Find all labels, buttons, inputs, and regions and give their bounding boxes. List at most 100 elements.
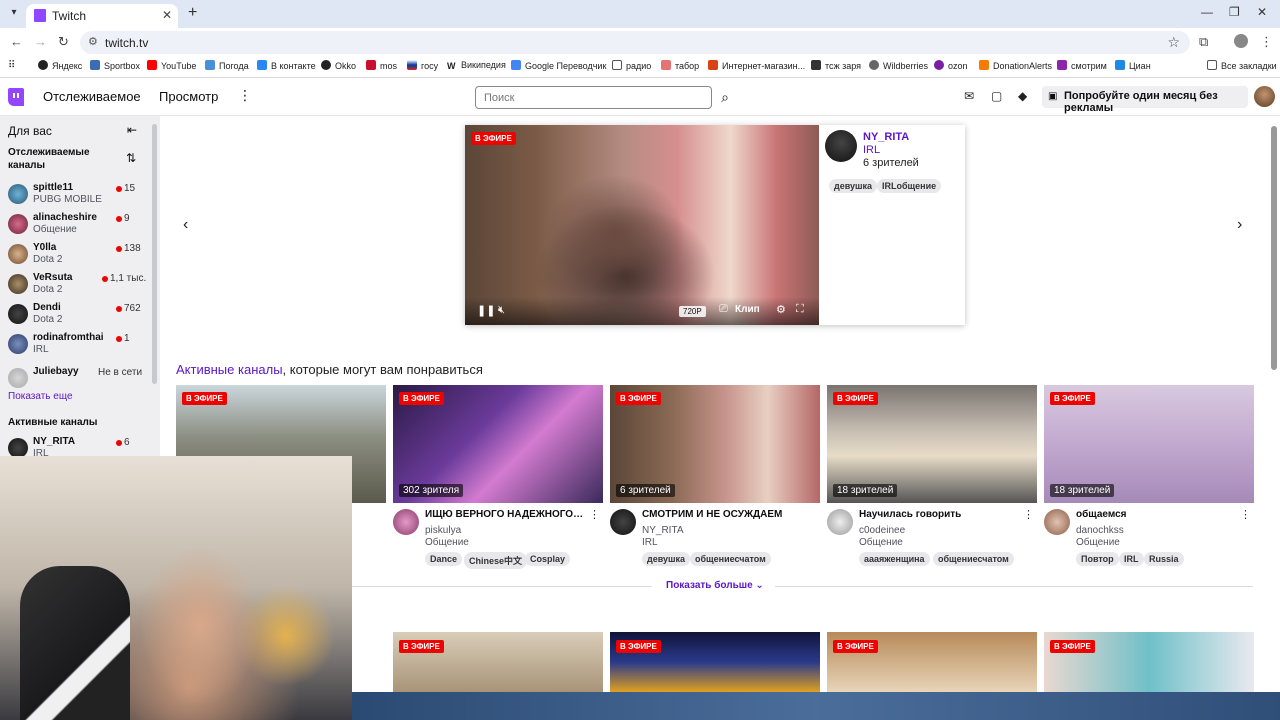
- stream-card[interactable]: В ЭФИРЕ: [393, 632, 603, 692]
- tag[interactable]: Повтор: [1076, 552, 1119, 566]
- minimize-icon[interactable]: —: [1201, 5, 1213, 19]
- bookmark-yandex[interactable]: Яндекс: [38, 60, 82, 71]
- bits-icon[interactable]: ◆: [1018, 89, 1027, 103]
- more-menu-icon[interactable]: ⋮: [238, 87, 252, 104]
- card-menu-icon[interactable]: ⋮: [1240, 508, 1251, 521]
- apps-icon[interactable]: ⠿: [8, 60, 15, 71]
- bookmark-gosu[interactable]: госу: [407, 60, 438, 71]
- stream-category[interactable]: Общение: [1076, 537, 1120, 548]
- user-avatar[interactable]: [1254, 86, 1275, 107]
- bookmark-shop[interactable]: Интернет-магазин...: [708, 60, 805, 71]
- clip-icon[interactable]: ⎚: [719, 303, 728, 316]
- sidebar-channel[interactable]: Y0lla Dota 2 138: [8, 242, 148, 270]
- bookmark-sportbox[interactable]: Sportbox: [90, 60, 140, 71]
- bookmark-weather[interactable]: Погода: [205, 60, 249, 71]
- forward-icon[interactable]: →: [34, 34, 47, 49]
- tag[interactable]: общениесчатом: [690, 552, 771, 566]
- tag[interactable]: девушка: [829, 179, 878, 193]
- tag[interactable]: Dance: [425, 552, 463, 566]
- sort-icon[interactable]: ⇅: [126, 151, 136, 165]
- stream-card[interactable]: В ЭФИРЕ: [1044, 632, 1254, 692]
- bookmark-radio[interactable]: радио: [612, 60, 651, 71]
- sidebar-channel[interactable]: rodinafromthai IRL 1: [8, 332, 148, 360]
- collapse-sidebar-icon[interactable]: ⇤: [127, 123, 137, 137]
- channel-name[interactable]: NY_RITA: [642, 525, 684, 536]
- tag[interactable]: Chinese中文: [464, 552, 528, 569]
- restore-icon[interactable]: ❐: [1229, 5, 1240, 19]
- extensions-icon[interactable]: ⧉: [1199, 34, 1208, 50]
- show-more-link[interactable]: Показать еще: [8, 391, 73, 402]
- channel-avatar[interactable]: [1044, 509, 1070, 535]
- page-scrollbar[interactable]: [1271, 126, 1277, 370]
- sidebar-channel[interactable]: Dendi Dota 2 762: [8, 302, 148, 330]
- carousel-prev-icon[interactable]: ‹: [183, 216, 188, 234]
- sidebar-channel[interactable]: Juliebayy Не в сети: [8, 366, 148, 394]
- channel-avatar[interactable]: [393, 509, 419, 535]
- quality-badge[interactable]: 720P: [679, 306, 706, 317]
- bookmark-star-icon[interactable]: ☆: [1167, 34, 1180, 51]
- mute-icon[interactable]: 🔇︎: [498, 304, 505, 317]
- whispers-icon[interactable]: ▢: [991, 89, 1002, 103]
- carousel-next-icon[interactable]: ›: [1237, 216, 1242, 234]
- stream-card[interactable]: В ЭФИРЕ: [610, 632, 820, 692]
- section-title-link[interactable]: Активные каналы: [176, 362, 283, 377]
- tag[interactable]: Russia: [1144, 552, 1184, 566]
- twitch-logo-icon[interactable]: [8, 88, 24, 106]
- nav-following[interactable]: Отслеживаемое: [43, 89, 141, 104]
- bookmark-mos[interactable]: mos: [366, 60, 397, 71]
- channel-avatar[interactable]: [610, 509, 636, 535]
- tag[interactable]: аааяженщина: [859, 552, 930, 566]
- sidebar-channel[interactable]: alinacheshire Общение 9: [8, 212, 148, 240]
- search-input[interactable]: [475, 86, 712, 109]
- clip-button[interactable]: Клип: [735, 304, 760, 315]
- featured-stream[interactable]: В ЭФИРЕ ❚❚ 🔇︎ 720P ⎚ Клип ⚙ ⛶ NY_RITA IR…: [465, 125, 965, 325]
- stream-category[interactable]: IRL: [642, 537, 658, 548]
- tag[interactable]: Cosplay: [525, 552, 571, 566]
- bookmark-google-translate[interactable]: Google Переводчик: [511, 60, 606, 71]
- nav-browse[interactable]: Просмотр: [159, 89, 218, 104]
- reload-icon[interactable]: ↻: [58, 34, 69, 50]
- channel-avatar[interactable]: [827, 509, 853, 535]
- ad-free-promo-button[interactable]: ▣ Попробуйте один месяц без рекламы: [1042, 86, 1248, 114]
- bookmark-vk[interactable]: В контакте: [257, 60, 316, 71]
- bookmark-youtube[interactable]: YouTube: [147, 60, 196, 71]
- sidebar-scrollbar[interactable]: [152, 124, 157, 384]
- search-icon[interactable]: ⌕: [714, 86, 736, 108]
- profile-avatar[interactable]: [1234, 34, 1248, 48]
- tag[interactable]: общениесчатом: [933, 552, 1014, 566]
- window-close-icon[interactable]: ✕: [1257, 5, 1267, 19]
- browser-tab-twitch[interactable]: Twitch ✕: [26, 4, 178, 28]
- sidebar-channel[interactable]: spittle11 PUBG MOBILE 15: [8, 182, 148, 210]
- bookmark-okko[interactable]: Okko: [321, 60, 356, 71]
- settings-icon[interactable]: ⚙: [776, 303, 786, 316]
- all-bookmarks[interactable]: Все закладки: [1207, 60, 1277, 71]
- card-menu-icon[interactable]: ⋮: [1023, 508, 1034, 521]
- address-bar[interactable]: ⚙ twitch.tv ☆: [80, 31, 1190, 54]
- featured-video[interactable]: [465, 125, 819, 325]
- new-tab-button[interactable]: +: [188, 4, 197, 22]
- tag[interactable]: IRLобщение: [877, 179, 942, 193]
- site-info-icon[interactable]: ⚙: [88, 35, 98, 48]
- featured-channel-name[interactable]: NY_RITA: [863, 131, 909, 143]
- bookmark-cian[interactable]: Циан: [1115, 60, 1151, 71]
- bookmark-ozon[interactable]: ozon: [934, 60, 968, 71]
- tag[interactable]: IRL: [1119, 552, 1144, 566]
- tab-list-button[interactable]: ▾: [6, 5, 22, 21]
- show-more-button[interactable]: Показать больше ⌄: [666, 580, 764, 591]
- featured-category[interactable]: IRL: [863, 144, 880, 156]
- channel-name[interactable]: c0odeinee: [859, 525, 905, 536]
- stream-category[interactable]: Общение: [425, 537, 469, 548]
- channel-name[interactable]: piskulya: [425, 525, 461, 536]
- tab-close-icon[interactable]: ✕: [162, 8, 172, 22]
- sidebar-channel[interactable]: VeRsuta Dota 2 1,1 тыс.: [8, 272, 148, 300]
- bookmark-wildberries[interactable]: Wildberries: [869, 60, 928, 71]
- inbox-icon[interactable]: ✉: [964, 89, 974, 103]
- stream-card[interactable]: В ЭФИРЕ: [827, 632, 1037, 692]
- bookmark-smotrim[interactable]: смотрим: [1057, 60, 1107, 71]
- card-menu-icon[interactable]: ⋮: [589, 508, 600, 521]
- stream-title[interactable]: Научилась говорить: [859, 509, 1019, 520]
- fullscreen-icon[interactable]: ⛶: [796, 303, 804, 316]
- stream-category[interactable]: Общение: [859, 537, 903, 548]
- stream-title[interactable]: СМОТРИМ И НЕ ОСУЖДАЕМ: [642, 509, 802, 520]
- stream-title[interactable]: ИЩЮ ВЕРНОГО НАДЕЖНОГО МУ...: [425, 509, 585, 520]
